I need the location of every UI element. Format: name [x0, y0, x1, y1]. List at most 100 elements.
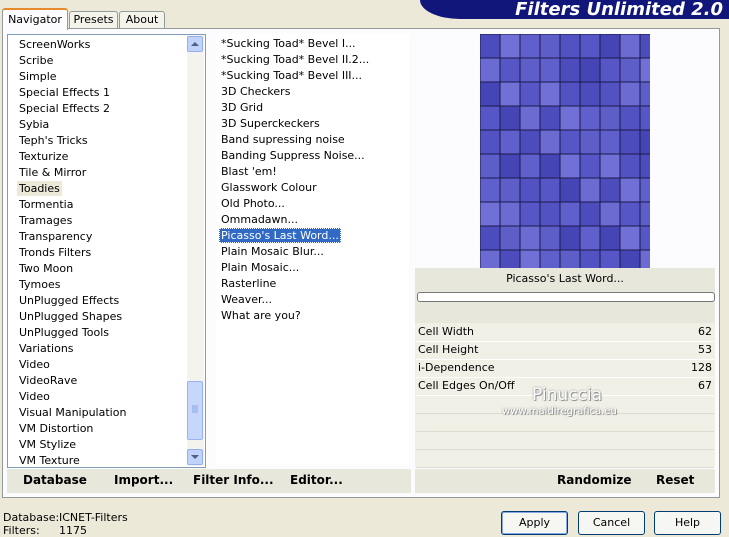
mosaic-cell	[619, 34, 641, 59]
category-item[interactable]: UnPlugged Shapes	[19, 309, 122, 324]
category-item[interactable]: UnPlugged Effects	[19, 293, 119, 308]
mosaic-cell	[599, 249, 621, 268]
mosaic-cell	[480, 34, 501, 59]
mosaic-cell	[539, 201, 561, 227]
filter-item[interactable]: Plain Mosaic Blur...	[219, 244, 326, 259]
filter-item[interactable]: Glasswork Colour	[219, 180, 319, 195]
filter-item[interactable]: Ommadawn...	[219, 212, 300, 227]
mosaic-cell	[480, 225, 501, 251]
parameter-row[interactable]: Cell Width 62	[416, 323, 714, 342]
category-item[interactable]: Two Moon	[19, 261, 73, 276]
category-item[interactable]: Variations	[19, 341, 74, 356]
mosaic-cell	[559, 201, 581, 227]
filter-item[interactable]: What are you?	[219, 308, 303, 323]
mosaic-cell	[539, 129, 561, 155]
filter-item[interactable]: Picasso's Last Word...	[219, 228, 341, 243]
mosaic-cell	[519, 81, 541, 107]
category-item[interactable]: VM Distortion	[19, 421, 93, 436]
mosaic-cell	[499, 201, 521, 227]
category-item[interactable]: Sybia	[19, 117, 49, 132]
parameter-row[interactable]: i-Dependence 128	[416, 359, 714, 378]
mosaic-cell	[480, 81, 501, 107]
filter-item[interactable]: Band supressing noise	[219, 132, 347, 147]
mosaic-cell	[539, 153, 561, 179]
scroll-thumb[interactable]	[187, 381, 203, 440]
category-item[interactable]: Video	[19, 357, 50, 372]
parameter-row[interactable]: Cell Height 53	[416, 341, 714, 360]
parameter-divider	[416, 467, 714, 468]
tab-about[interactable]: About	[119, 11, 165, 28]
filter-item[interactable]: Plain Mosaic...	[219, 260, 301, 275]
watermark-url: www.maidiregrafica.eu	[502, 406, 617, 417]
category-item[interactable]: Video	[19, 389, 50, 404]
filter-item[interactable]: *Sucking Toad* Bevel II.2...	[219, 52, 371, 67]
mosaic-cell	[539, 57, 561, 83]
category-item[interactable]: Special Effects 2	[19, 101, 110, 116]
category-item[interactable]: Scribe	[19, 53, 53, 68]
category-item[interactable]: Tormentia	[19, 197, 73, 212]
mosaic-cell	[579, 201, 601, 227]
filter-info-button[interactable]: Filter Info...	[193, 473, 274, 487]
mosaic-cell	[559, 81, 581, 107]
filter-item[interactable]: 3D Grid	[219, 100, 265, 115]
category-scrollbar[interactable]	[187, 35, 204, 466]
category-item[interactable]: Tymoes	[19, 277, 60, 292]
database-button[interactable]: Database	[23, 473, 87, 487]
help-button[interactable]: Help	[654, 511, 721, 535]
import-button[interactable]: Import...	[114, 473, 173, 487]
randomize-button[interactable]: Randomize	[557, 473, 631, 487]
scroll-down-button[interactable]	[187, 449, 203, 465]
filter-item[interactable]: Banding Suppress Noise...	[219, 148, 367, 163]
mosaic-cell	[499, 153, 521, 179]
cancel-button[interactable]: Cancel	[578, 511, 645, 535]
category-item[interactable]: Simple	[19, 69, 57, 84]
mosaic-cell	[480, 201, 501, 227]
category-item[interactable]: Visual Manipulation	[19, 405, 126, 420]
mosaic-cell	[639, 105, 650, 131]
category-item[interactable]: VM Stylize	[19, 437, 76, 452]
mosaic-cell	[539, 225, 561, 251]
category-item[interactable]: Toadies	[17, 181, 62, 196]
filter-item[interactable]: Rasterline	[219, 276, 278, 291]
filter-item[interactable]: 3D Superckeckers	[219, 116, 322, 131]
filter-list[interactable]: *Sucking Toad* Bevel I... *Sucking Toad* …	[216, 34, 409, 466]
category-item[interactable]: Teph's Tricks	[19, 133, 88, 148]
filter-item[interactable]: Blast 'em!	[219, 164, 279, 179]
mosaic-cell	[559, 105, 581, 131]
category-item[interactable]: ScreenWorks	[19, 37, 90, 52]
mosaic-cell	[519, 129, 541, 155]
mosaic-cell	[579, 129, 601, 155]
mosaic-cell	[639, 153, 650, 179]
mosaic-cell	[619, 249, 641, 268]
mosaic-cell	[539, 177, 561, 203]
category-list[interactable]: ScreenWorks Scribe Simple Special Effects 1…	[7, 34, 206, 468]
filter-item[interactable]: Old Photo...	[219, 196, 287, 211]
category-item[interactable]: Tronds Filters	[19, 245, 91, 260]
category-item[interactable]: VM Texture	[19, 453, 80, 467]
mosaic-cell	[619, 177, 641, 203]
category-item[interactable]: Tramages	[19, 213, 72, 228]
category-item[interactable]: Special Effects 1	[19, 85, 110, 100]
category-item[interactable]: Tile & Mirror	[19, 165, 86, 180]
apply-button[interactable]: Apply	[501, 511, 568, 535]
category-item[interactable]: UnPlugged Tools	[19, 325, 109, 340]
mosaic-cell	[559, 34, 581, 59]
category-item[interactable]: VideoRave	[19, 373, 77, 388]
tab-presets[interactable]: Presets	[69, 11, 118, 28]
mosaic-cell	[639, 249, 650, 268]
app-title: Filters Unlimited 2.0	[515, 0, 723, 20]
mosaic-cell	[519, 57, 541, 83]
category-item[interactable]: Texturize	[19, 149, 68, 164]
mosaic-cell	[559, 57, 581, 83]
scroll-up-button[interactable]	[187, 36, 203, 52]
reset-button[interactable]: Reset	[656, 473, 694, 487]
filter-item[interactable]: 3D Checkers	[219, 84, 292, 99]
editor-button[interactable]: Editor...	[290, 473, 343, 487]
category-item[interactable]: Transparency	[19, 229, 92, 244]
filter-item[interactable]: Weaver...	[219, 292, 274, 307]
preview-image[interactable]	[480, 34, 650, 268]
tab-navigator[interactable]: Navigator	[2, 8, 68, 30]
mosaic-cell	[559, 177, 581, 203]
filter-item[interactable]: *Sucking Toad* Bevel I...	[219, 36, 358, 51]
filter-item[interactable]: *Sucking Toad* Bevel III...	[219, 68, 364, 83]
